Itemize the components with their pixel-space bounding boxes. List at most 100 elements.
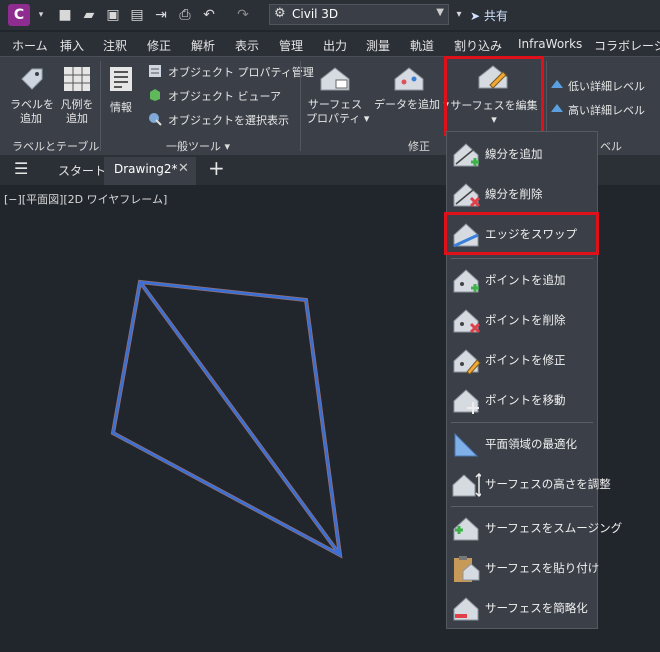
drawing-tab-label: Drawing2* [114, 162, 178, 176]
chevron-down-icon: ▼ [436, 7, 444, 18]
menu-label: ポイントを削除 [485, 313, 566, 327]
menu-label: ポイントを修正 [485, 353, 566, 367]
workspace-label: Civil 3D [292, 7, 339, 21]
saveas-icon[interactable]: ▤ [128, 6, 146, 24]
menu-label: 線分を削除 [485, 187, 543, 201]
low-detail-icon [550, 78, 564, 93]
import-icon[interactable]: ⇥ [152, 6, 170, 24]
menu-label: 線分を追加 [485, 147, 543, 161]
object-property-button[interactable]: オブジェクト プロパティ管理 [168, 64, 314, 80]
menu-delete-point[interactable]: ポイントを削除 [447, 302, 597, 338]
qat-menu-icon[interactable]: ▾ [450, 6, 468, 24]
low-detail-button[interactable]: 低い詳細レベル [568, 78, 645, 94]
new-icon[interactable]: ■ [56, 6, 74, 24]
tab-collaboration[interactable]: コラボレーション [594, 37, 660, 54]
share-label: 共有 [483, 9, 508, 23]
tab-home[interactable]: ホーム [12, 37, 48, 54]
menu-label: サーフェスをスムージング [485, 521, 623, 535]
menu-label: サーフェスを簡略化 [485, 601, 588, 615]
paste-surface-icon [451, 554, 481, 584]
object-viewer-button[interactable]: オブジェクト ビューア [168, 88, 281, 104]
save-icon[interactable]: ▣ [104, 6, 122, 24]
tab-analyze[interactable]: 解析 [191, 37, 215, 54]
modify-point-icon [451, 346, 481, 376]
delete-line-icon [451, 180, 481, 210]
menu-label: サーフェスの高さを調整 [485, 477, 611, 491]
optimize-planar-icon [451, 430, 481, 460]
property-icon [148, 64, 162, 81]
tab-view[interactable]: 表示 [235, 37, 259, 54]
add-label-button[interactable]: ラベルを 追加 [10, 98, 54, 126]
menu-label: 平面領域の最適化 [485, 437, 577, 451]
menu-smooth-surface[interactable]: サーフェスをスムージング [447, 510, 622, 546]
share-button[interactable]: ➤ 共有 [470, 7, 508, 24]
select-show-button[interactable]: オブジェクトを選択表示 [168, 112, 289, 128]
data-add-icon [392, 65, 426, 96]
select-icon [148, 112, 162, 129]
menu-delete-line[interactable]: 線分を削除 [447, 176, 597, 212]
add-point-icon [451, 266, 481, 296]
gear-icon: ⚙ [274, 6, 286, 21]
add-legend-button[interactable]: 凡例を 追加 [56, 98, 98, 126]
add-line-icon [451, 140, 481, 170]
panel-label-modify: 修正 [408, 140, 430, 153]
menu-label: ポイントを移動 [485, 393, 566, 407]
tab-rail[interactable]: 軌道 [410, 37, 434, 54]
start-tab[interactable]: スタート [58, 162, 106, 179]
menu-modify-point[interactable]: ポイントを修正 [447, 342, 597, 378]
print-icon[interactable]: ⎙ [176, 6, 194, 24]
tab-manage[interactable]: 管理 [279, 37, 303, 54]
panel-label-general: 一般ツール ▾ [166, 140, 231, 153]
simplify-surface-icon [451, 594, 481, 624]
tab-modify[interactable]: 修正 [147, 37, 171, 54]
dropdown-icon[interactable]: ▾ [32, 6, 50, 24]
close-icon[interactable]: ✕ [178, 161, 189, 176]
label-tag-icon [18, 65, 46, 96]
info-button[interactable]: 情報 [104, 101, 138, 115]
menu-adjust-height[interactable]: サーフェスの高さを調整 [447, 466, 611, 502]
tab-output[interactable]: 出力 [323, 37, 347, 54]
viewport-label[interactable]: [−][平面図][2D ワイヤフレーム] [4, 191, 167, 207]
menu-paste-surface[interactable]: サーフェスを貼り付け [447, 550, 600, 586]
surface-property-button[interactable]: サーフェス プロパティ ▾ [306, 98, 369, 126]
redo-icon[interactable]: ↷ [234, 6, 252, 24]
info-icon [108, 65, 134, 96]
menu-optimize-planar[interactable]: 平面領域の最適化 [447, 426, 597, 462]
table-icon [62, 65, 92, 96]
tab-survey[interactable]: 測量 [366, 37, 390, 54]
tab-annotate[interactable]: 注釈 [103, 37, 127, 54]
menu-add-line[interactable]: 線分を追加 [447, 136, 597, 172]
new-tab-icon[interactable]: + [208, 156, 225, 180]
menu-label: サーフェスを貼り付け [485, 561, 600, 575]
delete-point-icon [451, 306, 481, 336]
ribbon-tabs: ホーム 挿入 注釈 修正 解析 表示 管理 出力 測量 軌道 割り込み Infr… [0, 32, 660, 56]
surface-edit-menu: 線分を追加 線分を削除 エッジをスワップ ポイントを追加 ポイントを削除 ポイン… [446, 131, 622, 629]
surface-edit-highlight [444, 56, 544, 136]
workspace-dropdown[interactable]: ⚙ Civil 3D ▼ [269, 4, 449, 25]
data-add-button[interactable]: データを追加 ▾ [374, 98, 449, 112]
panel-label-level: ベル [600, 140, 622, 153]
tab-infraworks[interactable]: InfraWorks [518, 37, 582, 51]
open-icon[interactable]: ▰ [80, 6, 98, 24]
menu-add-point[interactable]: ポイントを追加 [447, 262, 597, 298]
tab-insert[interactable]: 挿入 [60, 37, 84, 54]
move-point-icon [451, 386, 481, 416]
swap-edge-highlight [444, 212, 599, 255]
menu-hamburger-icon[interactable]: ☰ [14, 159, 28, 178]
menu-move-point[interactable]: ポイントを移動 [447, 382, 597, 418]
quick-access-toolbar: C ▾ ■ ▰ ▣ ▤ ⇥ ⎙ ↶ ↷ ⚙ Civil 3D ▼ ▾ ➤ 共有 [0, 0, 660, 30]
panel-label-labels: ラベルとテーブル [12, 140, 100, 153]
tab-interrupt[interactable]: 割り込み [454, 37, 502, 54]
menu-label: ポイントを追加 [485, 273, 566, 287]
menu-simplify-surface[interactable]: サーフェスを簡略化 [447, 590, 597, 626]
adjust-height-icon [451, 470, 483, 500]
app-logo[interactable]: C [8, 4, 30, 26]
smooth-surface-icon [451, 514, 481, 544]
surface-property-icon [318, 65, 352, 96]
high-detail-button[interactable]: 高い詳細レベル [568, 102, 645, 118]
viewer-icon [148, 88, 162, 105]
high-detail-icon [550, 102, 564, 117]
undo-icon[interactable]: ↶ [200, 6, 218, 24]
send-icon: ➤ [470, 9, 481, 23]
drawing-tab[interactable]: Drawing2* ✕ [104, 157, 196, 185]
